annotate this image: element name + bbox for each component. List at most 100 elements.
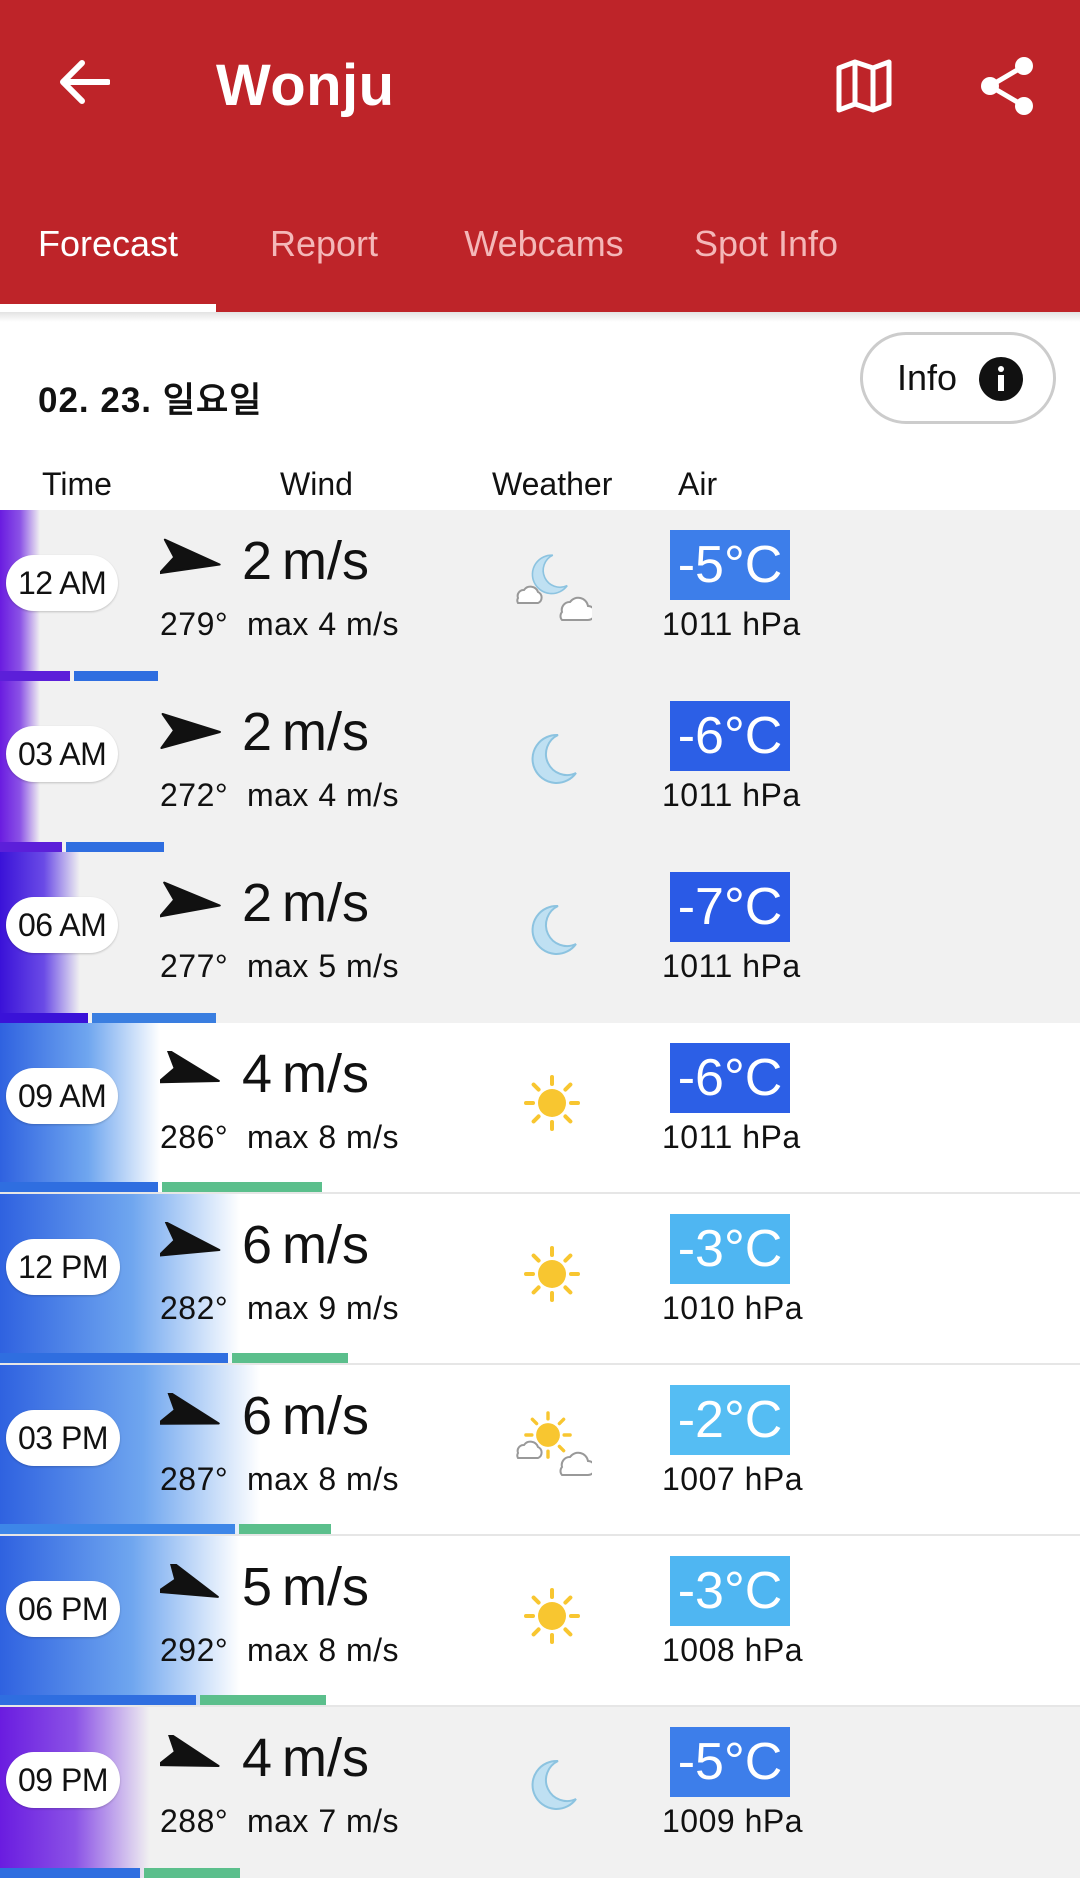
sun-cloud-icon: [516, 1411, 592, 1476]
wind-speed-value: 2: [242, 873, 273, 933]
time-label: 03 PM: [6, 1410, 120, 1466]
sun-icon: [524, 1075, 580, 1131]
pressure-value: 1009 hPa: [662, 1803, 804, 1839]
wind-speed-value: 2: [242, 702, 273, 762]
appbar-shadow: [0, 312, 1080, 322]
wind-speed-unit: m/s: [282, 1215, 370, 1275]
wind-direction-arrow-icon: [160, 1735, 220, 1767]
pressure-value: 1011 hPa: [662, 606, 801, 642]
wind-gust-bar: [200, 1695, 326, 1705]
time-label: 09 AM: [6, 1068, 119, 1124]
wind-speed-value: 4: [242, 1044, 273, 1104]
wind-speed: 4 m/s: [242, 1727, 369, 1789]
temperature-badge: -5°C: [670, 530, 790, 600]
temperature-badge: -3°C: [670, 1214, 790, 1284]
forecast-row[interactable]: 06 PM 5 m/s 292° max 8 m/s -3°C 1008 hPa: [0, 1536, 1080, 1707]
info-button[interactable]: Info: [860, 332, 1056, 424]
back-button[interactable]: [44, 42, 124, 122]
wind-direction-and-gust: 282° max 9 m/s: [160, 1290, 400, 1326]
pressure-value: 1011 hPa: [662, 1119, 801, 1155]
pressure-value: 1007 hPa: [662, 1461, 804, 1497]
share-icon: [981, 57, 1033, 115]
active-tab-indicator: [0, 304, 216, 312]
wind-direction-and-gust: 287° max 8 m/s: [160, 1461, 400, 1497]
wind-gust-bar: [232, 1353, 348, 1363]
tab-report[interactable]: Report: [216, 200, 432, 312]
moon-cloud-icon: [516, 554, 592, 621]
wind-speed: 6 m/s: [242, 1385, 369, 1447]
column-header-wind: Wind: [280, 466, 353, 502]
moon-icon: [531, 904, 577, 955]
forecast-row[interactable]: 03 PM 6 m/s 287° max 8 m/s -2°C 1007 hPa: [0, 1365, 1080, 1536]
temperature-badge: -7°C: [670, 872, 790, 942]
tab-spot-info[interactable]: Spot Info: [656, 200, 876, 312]
time-label: 06 AM: [6, 897, 119, 953]
wind-speed-unit: m/s: [282, 1728, 370, 1788]
info-button-label: Info: [897, 357, 958, 398]
wind-speed-bar: [0, 671, 70, 681]
app-bar: Wonju Forecast Report Webcams Spot Info: [0, 0, 1080, 312]
wind-speed-unit: m/s: [282, 873, 370, 933]
wind-gust-bar: [239, 1524, 331, 1534]
wind-speed: 2 m/s: [242, 701, 369, 763]
moon-icon: [531, 733, 577, 784]
wind-speed-unit: m/s: [282, 1386, 370, 1446]
column-header-air: Air: [678, 466, 718, 502]
time-label: 12 PM: [6, 1239, 120, 1295]
column-header-time: Time: [42, 466, 112, 502]
wind-direction-arrow-icon: [160, 712, 221, 749]
wind-speed-unit: m/s: [282, 1044, 370, 1104]
tab-forecast[interactable]: Forecast: [0, 200, 216, 312]
wind-direction-and-gust: 288° max 7 m/s: [160, 1803, 400, 1839]
wind-speed: 2 m/s: [242, 530, 369, 592]
moon-icon: [531, 1759, 577, 1810]
wind-speed-value: 6: [242, 1215, 273, 1275]
wind-direction-arrow-icon: [160, 1051, 220, 1084]
wind-speed: 4 m/s: [242, 1043, 369, 1105]
wind-speed-bar: [0, 1695, 196, 1705]
page-title: Wonju: [216, 53, 395, 118]
wind-gust-bar: [92, 1013, 216, 1023]
wind-direction-arrow-icon: [160, 881, 221, 918]
wind-gust-bar: [66, 842, 164, 852]
wind-speed-bar: [0, 842, 62, 852]
forecast-row[interactable]: 03 AM 2 m/s 272° max 4 m/s -6°C 1011 hPa: [0, 681, 1080, 852]
wind-direction-arrow-icon: [160, 1564, 219, 1598]
tab-webcams[interactable]: Webcams: [432, 200, 656, 312]
wind-speed: 5 m/s: [242, 1556, 369, 1618]
wind-direction-and-gust: 292° max 8 m/s: [160, 1632, 400, 1668]
wind-gust-bar: [162, 1182, 322, 1192]
wind-direction-arrow-icon: [160, 1393, 220, 1425]
pressure-value: 1008 hPa: [662, 1632, 804, 1668]
wind-speed: 2 m/s: [242, 872, 369, 934]
wind-speed-unit: m/s: [282, 1557, 370, 1617]
sun-icon: [524, 1246, 580, 1302]
forecast-row[interactable]: 12 AM 2 m/s 279° max 4 m/s -5°C 1011 hPa: [0, 510, 1080, 681]
date-label: 02. 23. 일요일: [38, 381, 263, 420]
share-button[interactable]: [968, 46, 1048, 126]
wind-speed-value: 2: [242, 531, 273, 591]
wind-speed-value: 6: [242, 1386, 273, 1446]
forecast-row[interactable]: 09 AM 4 m/s 286° max 8 m/s -6°C 1011 hPa: [0, 1023, 1080, 1194]
wind-direction-and-gust: 286° max 8 m/s: [160, 1119, 400, 1155]
forecast-row[interactable]: 06 AM 2 m/s 277° max 5 m/s -7°C 1011 hPa: [0, 852, 1080, 1023]
wind-gust-bar: [74, 671, 158, 681]
wind-speed-bar: [0, 1013, 88, 1023]
temperature-badge: -6°C: [670, 701, 790, 771]
wind-speed-unit: m/s: [282, 531, 370, 591]
tab-bar: Forecast Report Webcams Spot Info: [0, 200, 1080, 312]
temperature-badge: -3°C: [670, 1556, 790, 1626]
wind-direction-arrow-icon: [160, 538, 221, 575]
time-label: 12 AM: [6, 555, 119, 611]
temperature-badge: -6°C: [670, 1043, 790, 1113]
forecast-row[interactable]: 09 PM 4 m/s 288° max 7 m/s -5°C 1009 hPa: [0, 1707, 1080, 1878]
temperature-badge: -5°C: [670, 1727, 790, 1797]
map-icon: [836, 59, 892, 113]
wind-direction-and-gust: 272° max 4 m/s: [160, 777, 400, 813]
forecast-row[interactable]: 12 PM 6 m/s 282° max 9 m/s -3°C 1010 hPa: [0, 1194, 1080, 1365]
temperature-badge: -2°C: [670, 1385, 790, 1455]
time-label: 06 PM: [6, 1581, 120, 1637]
back-arrow-icon: [60, 60, 110, 104]
wind-gust-bar: [144, 1868, 240, 1878]
map-button[interactable]: [824, 46, 904, 126]
